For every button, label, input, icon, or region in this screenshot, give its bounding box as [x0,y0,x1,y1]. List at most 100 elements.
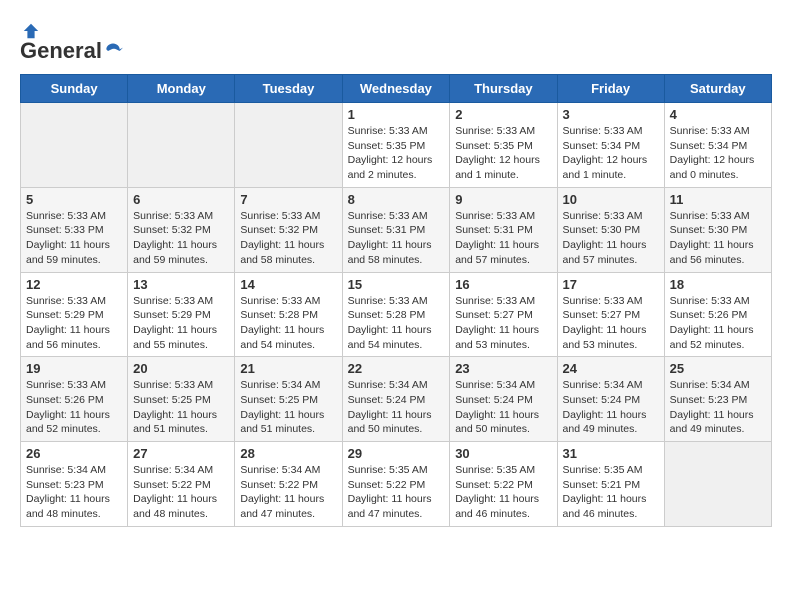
calendar-cell: 5Sunrise: 5:33 AM Sunset: 5:33 PM Daylig… [21,187,128,272]
calendar-cell: 26 Sunrise: 5:34 AM Sunset: 5:23 PM Dayli… [21,442,128,527]
day-info: Sunrise: 5:34 AM Sunset: 5:24 PM Dayligh… [455,378,551,437]
day-info: Sunrise: 5:34 AM Sunset: 5:23 PM Dayligh… [670,378,766,437]
day-number: 6 [133,192,229,207]
day-info: Sunrise: 5:33 AM Sunset: 5:29 PM Dayligh… [133,294,229,353]
logo-bird-icon [103,41,123,61]
day-info: Sunrise: 5:34 AM Sunset: 5:22 PM Dayligh… [133,463,229,522]
day-info: Sunrise: 5:34 AM Sunset: 5:24 PM Dayligh… [563,378,659,437]
calendar-cell: 15 Sunrise: 5:33 AM Sunset: 5:28 PM Dayli… [342,272,450,357]
day-number: 8 [348,192,445,207]
day-number: 7 [240,192,336,207]
day-info: Sunrise: 5:33 AM Sunset: 5:25 PM Dayligh… [133,378,229,437]
day-number: 22 [348,361,445,376]
day-number: 13 [133,277,229,292]
calendar-cell: 14 Sunrise: 5:33 AM Sunset: 5:28 PM Dayli… [235,272,342,357]
calendar-cell: 10 Sunrise: 5:33 AM Sunset: 5:30 PM Dayli… [557,187,664,272]
day-number: 4 [670,107,766,122]
day-info: Sunrise: 5:33 AM Sunset: 5:26 PM Dayligh… [26,378,122,437]
day-number: 26 [26,446,122,461]
calendar-cell: 4 Sunrise: 5:33 AM Sunset: 5:34 PM Daylig… [664,103,771,188]
day-info: Sunrise: 5:34 AM Sunset: 5:22 PM Dayligh… [240,463,336,522]
day-info: Sunrise: 5:33 AM Sunset: 5:34 PM Dayligh… [563,124,659,183]
calendar-cell: 12 Sunrise: 5:33 AM Sunset: 5:29 PM Dayli… [21,272,128,357]
calendar-cell: 9 Sunrise: 5:33 AM Sunset: 5:31 PM Daylig… [450,187,557,272]
day-info: Sunrise: 5:33 AM Sunset: 5:35 PM Dayligh… [348,124,445,183]
day-number: 17 [563,277,659,292]
logo-icon [22,22,40,40]
day-info: Sunrise: 5:34 AM Sunset: 5:23 PM Dayligh… [26,463,122,522]
calendar-cell: 27 Sunrise: 5:34 AM Sunset: 5:22 PM Dayli… [128,442,235,527]
day-info: Sunrise: 5:33 AM Sunset: 5:28 PM Dayligh… [240,294,336,353]
day-number: 25 [670,361,766,376]
weekday-header-row: SundayMondayTuesdayWednesdayThursdayFrid… [21,75,772,103]
calendar-cell: 22 Sunrise: 5:34 AM Sunset: 5:24 PM Dayli… [342,357,450,442]
calendar-cell: 18 Sunrise: 5:33 AM Sunset: 5:26 PM Dayli… [664,272,771,357]
calendar-week-row: 19 Sunrise: 5:33 AM Sunset: 5:26 PM Dayli… [21,357,772,442]
weekday-header-wednesday: Wednesday [342,75,450,103]
day-number: 15 [348,277,445,292]
day-number: 30 [455,446,551,461]
calendar-cell: 21Sunrise: 5:34 AM Sunset: 5:25 PM Dayli… [235,357,342,442]
day-info: Sunrise: 5:33 AM Sunset: 5:28 PM Dayligh… [348,294,445,353]
calendar-cell: 7 Sunrise: 5:33 AM Sunset: 5:32 PM Daylig… [235,187,342,272]
weekday-header-saturday: Saturday [664,75,771,103]
calendar-cell: 3 Sunrise: 5:33 AM Sunset: 5:34 PM Daylig… [557,103,664,188]
calendar-cell: 11 Sunrise: 5:33 AM Sunset: 5:30 PM Dayli… [664,187,771,272]
day-info: Sunrise: 5:33 AM Sunset: 5:27 PM Dayligh… [563,294,659,353]
calendar-week-row: 1 Sunrise: 5:33 AM Sunset: 5:35 PM Daylig… [21,103,772,188]
calendar-week-row: 5Sunrise: 5:33 AM Sunset: 5:33 PM Daylig… [21,187,772,272]
day-info: Sunrise: 5:33 AM Sunset: 5:31 PM Dayligh… [455,209,551,268]
day-info: Sunrise: 5:33 AM Sunset: 5:34 PM Dayligh… [670,124,766,183]
day-number: 29 [348,446,445,461]
calendar-cell: 20 Sunrise: 5:33 AM Sunset: 5:25 PM Dayli… [128,357,235,442]
day-number: 12 [26,277,122,292]
day-number: 21 [240,361,336,376]
day-number: 10 [563,192,659,207]
calendar-cell: 25 Sunrise: 5:34 AM Sunset: 5:23 PM Dayli… [664,357,771,442]
day-number: 16 [455,277,551,292]
calendar-cell [21,103,128,188]
calendar-cell: 29Sunrise: 5:35 AM Sunset: 5:22 PM Dayli… [342,442,450,527]
calendar-cell: 19 Sunrise: 5:33 AM Sunset: 5:26 PM Dayli… [21,357,128,442]
page-header: General [20,20,772,64]
day-info: Sunrise: 5:35 AM Sunset: 5:22 PM Dayligh… [455,463,551,522]
calendar-cell: 17 Sunrise: 5:33 AM Sunset: 5:27 PM Dayli… [557,272,664,357]
calendar-cell: 1 Sunrise: 5:33 AM Sunset: 5:35 PM Daylig… [342,103,450,188]
calendar-cell: 24 Sunrise: 5:34 AM Sunset: 5:24 PM Dayli… [557,357,664,442]
calendar-cell: 2Sunrise: 5:33 AM Sunset: 5:35 PM Daylig… [450,103,557,188]
day-info: Sunrise: 5:33 AM Sunset: 5:26 PM Dayligh… [670,294,766,353]
day-info: Sunrise: 5:33 AM Sunset: 5:33 PM Dayligh… [26,209,122,268]
day-number: 18 [670,277,766,292]
calendar-cell: 28 Sunrise: 5:34 AM Sunset: 5:22 PM Dayli… [235,442,342,527]
weekday-header-monday: Monday [128,75,235,103]
calendar-cell: 6 Sunrise: 5:33 AM Sunset: 5:32 PM Daylig… [128,187,235,272]
logo: General [20,20,124,64]
day-number: 11 [670,192,766,207]
calendar-week-row: 12 Sunrise: 5:33 AM Sunset: 5:29 PM Dayli… [21,272,772,357]
weekday-header-thursday: Thursday [450,75,557,103]
day-number: 9 [455,192,551,207]
day-number: 24 [563,361,659,376]
day-info: Sunrise: 5:33 AM Sunset: 5:31 PM Dayligh… [348,209,445,268]
day-info: Sunrise: 5:33 AM Sunset: 5:27 PM Dayligh… [455,294,551,353]
day-number: 1 [348,107,445,122]
day-info: Sunrise: 5:33 AM Sunset: 5:32 PM Dayligh… [133,209,229,268]
day-number: 28 [240,446,336,461]
calendar-cell: 30 Sunrise: 5:35 AM Sunset: 5:22 PM Dayli… [450,442,557,527]
calendar-cell [128,103,235,188]
day-info: Sunrise: 5:35 AM Sunset: 5:21 PM Dayligh… [563,463,659,522]
day-number: 20 [133,361,229,376]
weekday-header-sunday: Sunday [21,75,128,103]
day-number: 27 [133,446,229,461]
day-number: 19 [26,361,122,376]
day-info: Sunrise: 5:33 AM Sunset: 5:30 PM Dayligh… [563,209,659,268]
day-number: 31 [563,446,659,461]
day-number: 3 [563,107,659,122]
day-info: Sunrise: 5:34 AM Sunset: 5:24 PM Dayligh… [348,378,445,437]
day-info: Sunrise: 5:33 AM Sunset: 5:32 PM Dayligh… [240,209,336,268]
day-number: 2 [455,107,551,122]
day-info: Sunrise: 5:33 AM Sunset: 5:29 PM Dayligh… [26,294,122,353]
day-number: 14 [240,277,336,292]
day-info: Sunrise: 5:33 AM Sunset: 5:30 PM Dayligh… [670,209,766,268]
weekday-header-friday: Friday [557,75,664,103]
